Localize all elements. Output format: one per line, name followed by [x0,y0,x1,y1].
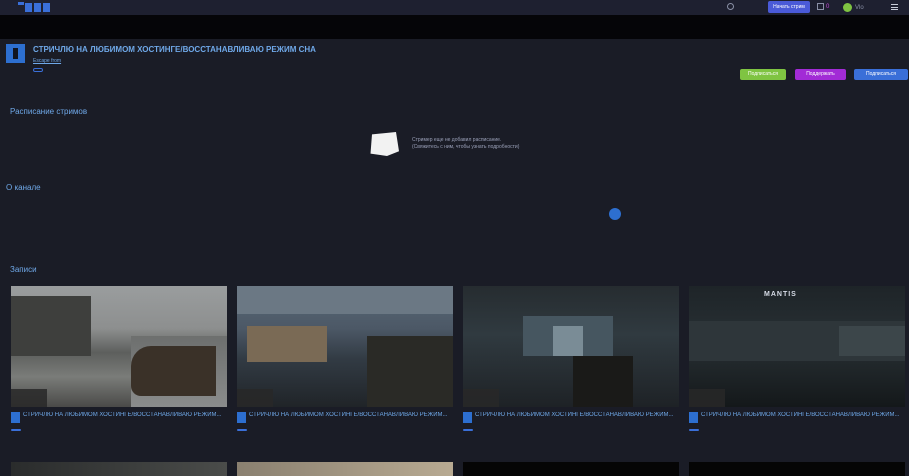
wallet[interactable]: 0 [817,3,829,10]
site-logo[interactable] [18,2,52,12]
channel-avatar[interactable] [6,44,25,63]
record-meta [237,427,453,433]
record-thumbnail-row2-3[interactable] [463,462,679,476]
thumbnail-sign-text: MANTIS [764,291,797,298]
user-label: Vlo [855,5,864,12]
record-meta [463,427,679,433]
record-card[interactable]: СТРИЧЛЮ НА ЛЮБИМОМ ХОСТИНГЕ/ВОССТАНАВЛИВ… [11,286,227,433]
about-heading: О канале [6,183,41,192]
record-title[interactable]: СТРИЧЛЮ НА ЛЮБИМОМ ХОСТИНГЕ/ВОССТАНАВЛИВ… [237,412,453,423]
record-thumbnail[interactable]: MANTIS [689,286,905,407]
record-card[interactable]: MANTIS СТРИЧЛЮ НА ЛЮБИМОМ ХОСТИНГЕ/ВОССТ… [689,286,905,433]
record-thumbnail[interactable] [237,286,453,407]
record-thumbnail[interactable] [463,286,679,407]
record-pill[interactable] [689,429,699,431]
user-avatar [843,3,852,12]
channel-meta [33,68,43,74]
streamer-icon [689,412,698,423]
record-thumbnail[interactable] [11,286,227,407]
follow-button[interactable]: Подписаться [740,69,786,80]
channel-meta-pill[interactable] [33,68,43,72]
game-link[interactable]: Escape from [33,58,61,64]
record-card[interactable]: СТРИЧЛЮ НА ЛЮБИМОМ ХОСТИНГЕ/ВОССТАНАВЛИВ… [237,286,453,433]
hamburger-menu-icon[interactable] [891,4,898,10]
about-badge-icon[interactable] [609,208,621,220]
streamer-icon [11,412,20,423]
schedule-heading: Расписание стримов [10,107,88,116]
record-title[interactable]: СТРИЧЛЮ НА ЛЮБИМОМ ХОСТИНГЕ/ВОССТАНАВЛИВ… [463,412,679,423]
record-thumbnail-row2-4[interactable] [689,462,905,476]
channel-title: СТРИЧЛЮ НА ЛЮБИМОМ ХОСТИНГЕ/ВОССТАНАВЛИВ… [33,45,316,54]
channel-subtitle: Escape from [33,58,61,64]
record-pill[interactable] [463,429,473,431]
record-thumbnail-row2-1[interactable] [11,462,227,476]
record-title[interactable]: СТРИЧЛЮ НА ЛЮБИМОМ ХОСТИНГЕ/ВОССТАНАВЛИВ… [689,412,905,423]
record-meta [689,427,905,433]
record-meta [11,427,227,433]
search-icon[interactable] [727,3,734,10]
record-card[interactable]: СТРИЧЛЮ НА ЛЮБИМОМ ХОСТИНГЕ/ВОССТАНАВЛИВ… [463,286,679,433]
wallet-icon [817,3,824,10]
records-heading: Записи [10,265,37,274]
record-pill[interactable] [237,429,247,431]
support-button[interactable]: Поддержать [795,69,846,80]
wallet-amount: 0 [826,4,830,11]
record-title[interactable]: СТРИЧЛЮ НА ЛЮБИМОМ ХОСТИНГЕ/ВОССТАНАВЛИВ… [11,412,227,423]
schedule-illustration [370,132,399,156]
top-bar: Начать стрим 0 Vlo [0,0,909,15]
record-pill[interactable] [11,429,21,431]
schedule-empty-text: Стример еще не добавил расписание. (Свяж… [412,137,520,150]
streamer-icon [237,412,246,423]
streamer-icon [463,412,472,423]
user-menu[interactable]: Vlo [843,3,864,12]
record-thumbnail-row2-2[interactable] [237,462,453,476]
start-stream-button[interactable]: Начать стрим [768,1,810,13]
subscribe-button[interactable]: Подписаться [854,69,908,80]
channel-banner [0,15,909,39]
